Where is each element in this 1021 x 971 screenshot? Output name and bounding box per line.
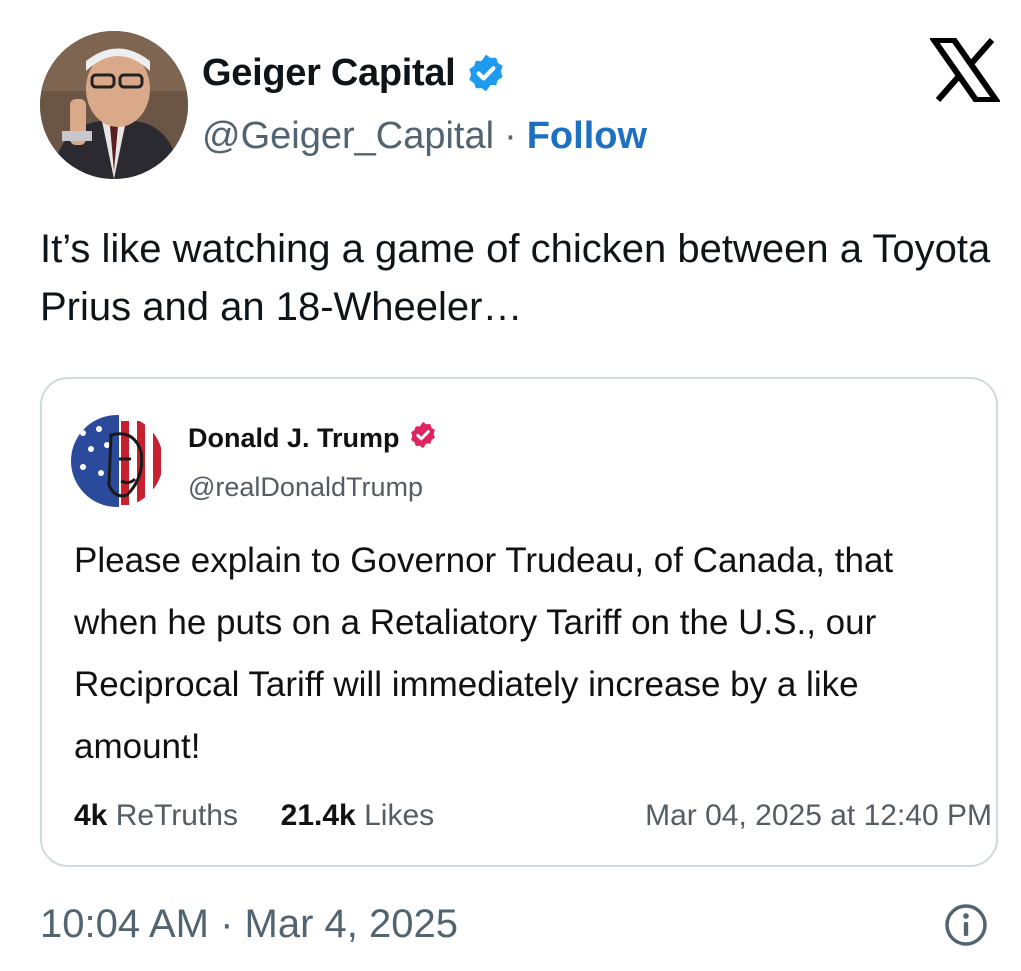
- quoted-handle[interactable]: @realDonaldTrump: [188, 470, 423, 504]
- tweet-timestamp[interactable]: 10:04 AM · Mar 4, 2025: [40, 898, 458, 950]
- follow-button[interactable]: Follow: [527, 113, 647, 159]
- quoted-name-row: Donald J. Trump: [188, 420, 438, 455]
- author-display-name[interactable]: Geiger Capital: [202, 50, 456, 96]
- retruths-count: 4k: [74, 799, 108, 832]
- author-handle-row: @Geiger_Capital · Follow: [202, 113, 647, 159]
- quoted-post-date: Mar 04, 2025 at 12:40 PM: [645, 799, 992, 832]
- quoted-post-footer: 4k ReTruths 21.4k Likes Mar 04, 2025 at …: [74, 796, 992, 836]
- tweet-text: It’s like watching a game of chicken bet…: [40, 227, 991, 329]
- likes-count: 21.4k: [280, 799, 356, 832]
- info-icon[interactable]: [943, 902, 989, 948]
- likes-label: Likes: [364, 799, 435, 832]
- quoted-author-avatar[interactable]: [71, 415, 163, 507]
- author-avatar[interactable]: [40, 31, 188, 179]
- verified-badge-icon: [465, 52, 507, 94]
- quoted-post-text: Please explain to Governor Trudeau, of C…: [74, 541, 894, 766]
- separator-dot: ·: [504, 115, 517, 157]
- x-logo-icon[interactable]: [928, 37, 1002, 103]
- quoted-verified-badge-icon: [408, 420, 438, 455]
- author-name-row: Geiger Capital: [202, 50, 507, 96]
- quoted-display-name[interactable]: Donald J. Trump: [188, 421, 400, 455]
- author-handle[interactable]: @Geiger_Capital: [202, 113, 494, 159]
- retruths-label: ReTruths: [115, 799, 238, 832]
